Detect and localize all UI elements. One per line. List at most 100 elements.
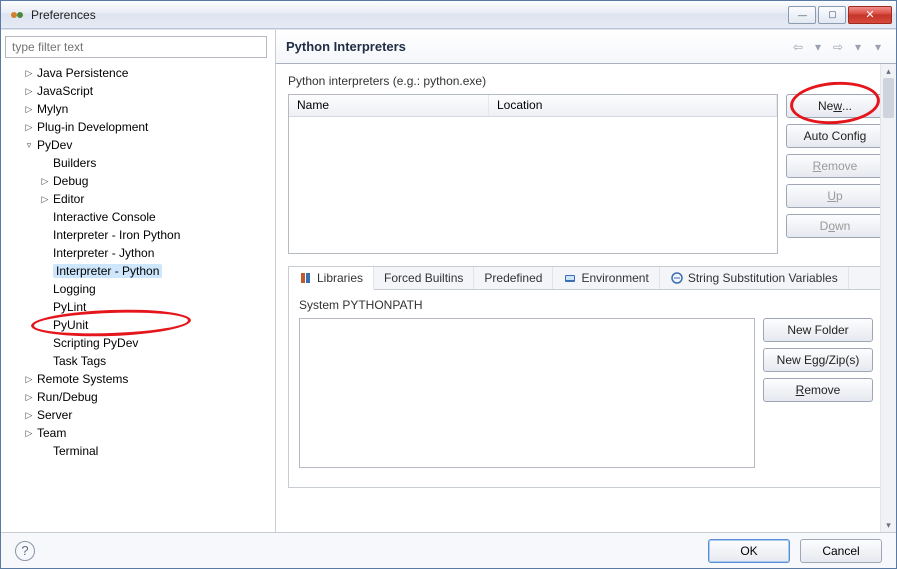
expand-icon[interactable]: ▷: [39, 194, 51, 205]
tree-item-label: Interactive Console: [53, 210, 156, 224]
back-menu-icon[interactable]: ▾: [810, 40, 826, 54]
tree-item-label: Scripting PyDev: [53, 336, 138, 350]
column-location[interactable]: Location: [489, 95, 777, 116]
expand-icon[interactable]: ▷: [23, 68, 35, 79]
expand-icon: ▷: [39, 446, 51, 457]
lib-remove-button[interactable]: Remove: [763, 378, 873, 402]
remove-button[interactable]: Remove: [786, 154, 884, 178]
pythonpath-label: System PYTHONPATH: [299, 298, 873, 312]
tree-panel: ▷Java Persistence▷JavaScript▷Mylyn▷Plug-…: [1, 30, 276, 532]
up-button[interactable]: Up: [786, 184, 884, 208]
close-button[interactable]: ✕: [848, 6, 892, 24]
minimize-button[interactable]: —: [788, 6, 816, 24]
expand-icon[interactable]: ▷: [23, 410, 35, 421]
expand-icon: ▷: [39, 284, 51, 295]
tree-item[interactable]: ▷JavaScript: [5, 82, 271, 100]
tree-item[interactable]: ▷Server: [5, 406, 271, 424]
pythonpath-list[interactable]: [299, 318, 755, 468]
detail-panel: Python Interpreters ⇦ ▾ ⇨ ▾ ▾ Python int…: [276, 30, 896, 532]
tree-item-label: PyUnit: [53, 318, 88, 332]
tree-item[interactable]: ▷Interpreter - Python: [5, 262, 271, 280]
scroll-down-icon[interactable]: ▾: [881, 518, 896, 532]
variable-icon: [670, 271, 684, 285]
tree-item[interactable]: ▷PyUnit: [5, 316, 271, 334]
expand-icon[interactable]: ▷: [23, 374, 35, 385]
panel-title: Python Interpreters: [286, 39, 790, 54]
expand-icon: ▷: [39, 158, 51, 169]
down-button[interactable]: Down: [786, 214, 884, 238]
tree-item-label: Java Persistence: [37, 66, 128, 80]
tree-item[interactable]: ▷Debug: [5, 172, 271, 190]
tree-item-label: Remote Systems: [37, 372, 128, 386]
interpreter-table[interactable]: Name Location: [288, 94, 778, 254]
scroll-up-icon[interactable]: ▴: [881, 64, 896, 78]
back-icon[interactable]: ⇦: [790, 40, 806, 54]
expand-icon[interactable]: ▷: [23, 122, 35, 133]
expand-icon[interactable]: ▷: [23, 104, 35, 115]
tree-item[interactable]: ▷Logging: [5, 280, 271, 298]
help-button[interactable]: ?: [15, 541, 35, 561]
tab-libraries[interactable]: Libraries: [289, 267, 374, 290]
tree-item-label: Team: [37, 426, 66, 440]
filter-input[interactable]: [5, 36, 267, 58]
tree-item[interactable]: ▷Interpreter - Jython: [5, 244, 271, 262]
tree-item[interactable]: ▷Interactive Console: [5, 208, 271, 226]
tree-item[interactable]: ▷Mylyn: [5, 100, 271, 118]
panel-header: Python Interpreters ⇦ ▾ ⇨ ▾ ▾: [276, 30, 896, 64]
vertical-scrollbar[interactable]: ▴ ▾: [880, 64, 896, 532]
tree-item-label: PyDev: [37, 138, 72, 152]
tree-item-label: Builders: [53, 156, 96, 170]
expand-icon: ▷: [39, 212, 51, 223]
tree-item-label: Plug-in Development: [37, 120, 148, 134]
tree-item-label: Mylyn: [37, 102, 68, 116]
environment-icon: [563, 271, 577, 285]
tree-item[interactable]: ▷Scripting PyDev: [5, 334, 271, 352]
tree-item[interactable]: ▿PyDev: [5, 136, 271, 154]
tree-item[interactable]: ▷Java Persistence: [5, 64, 271, 82]
view-menu-icon[interactable]: ▾: [870, 40, 886, 54]
tree-item[interactable]: ▷Builders: [5, 154, 271, 172]
column-name[interactable]: Name: [289, 95, 489, 116]
tree-item[interactable]: ▷PyLint: [5, 298, 271, 316]
expand-icon: ▷: [39, 248, 51, 259]
maximize-button[interactable]: ▢: [818, 6, 846, 24]
forward-menu-icon[interactable]: ▾: [850, 40, 866, 54]
tree-item[interactable]: ▷Plug-in Development: [5, 118, 271, 136]
tab-forced-builtins[interactable]: Forced Builtins: [374, 267, 474, 289]
sub-tabs: Libraries Forced Builtins Predefined Env…: [288, 266, 884, 488]
tree-item-label: JavaScript: [37, 84, 93, 98]
tree-item[interactable]: ▷Task Tags: [5, 352, 271, 370]
title-bar: Preferences — ▢ ✕: [1, 1, 896, 29]
tab-string-substitution[interactable]: String Substitution Variables: [660, 267, 849, 289]
tree-item[interactable]: ▷Editor: [5, 190, 271, 208]
tree-item[interactable]: ▷Interpreter - Iron Python: [5, 226, 271, 244]
preferences-tree[interactable]: ▷Java Persistence▷JavaScript▷Mylyn▷Plug-…: [5, 62, 271, 512]
collapse-icon[interactable]: ▿: [23, 140, 35, 151]
window-title: Preferences: [31, 8, 786, 22]
cancel-button[interactable]: Cancel: [800, 539, 882, 563]
scroll-thumb[interactable]: [883, 78, 894, 118]
tab-predefined[interactable]: Predefined: [474, 267, 553, 289]
tree-item[interactable]: ▷Team: [5, 424, 271, 442]
new-button[interactable]: New...: [786, 94, 884, 118]
tree-item-label: PyLint: [53, 300, 86, 314]
ok-button[interactable]: OK: [708, 539, 790, 563]
new-egg-button[interactable]: New Egg/Zip(s): [763, 348, 873, 372]
forward-icon[interactable]: ⇨: [830, 40, 846, 54]
auto-config-button[interactable]: Auto Config: [786, 124, 884, 148]
tree-item-label: Terminal: [53, 444, 98, 458]
expand-icon[interactable]: ▷: [23, 392, 35, 403]
expand-icon: ▷: [39, 230, 51, 241]
tree-item[interactable]: ▷Terminal: [5, 442, 271, 460]
expand-icon[interactable]: ▷: [23, 428, 35, 439]
expand-icon: ▷: [39, 302, 51, 313]
tree-item[interactable]: ▷Remote Systems: [5, 370, 271, 388]
tree-item[interactable]: ▷Run/Debug: [5, 388, 271, 406]
tree-item-label: Run/Debug: [37, 390, 98, 404]
expand-icon[interactable]: ▷: [39, 176, 51, 187]
tab-environment[interactable]: Environment: [553, 267, 659, 289]
new-folder-button[interactable]: New Folder: [763, 318, 873, 342]
expand-icon[interactable]: ▷: [23, 86, 35, 97]
tree-item-label: Server: [37, 408, 72, 422]
dialog-footer: ? OK Cancel: [1, 532, 896, 568]
